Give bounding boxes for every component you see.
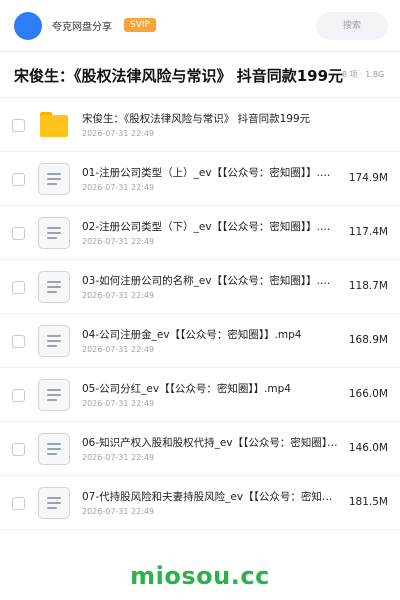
checkbox[interactable] — [12, 443, 25, 456]
file-date: 2026-07-31 22:49 — [82, 183, 155, 192]
list-item[interactable]: 02-注册公司类型（下）_ev【【公众号：密知圈】】.mp4 2026-07-3… — [0, 206, 400, 260]
list-item[interactable]: 07-代持股风险和夫妻持股风险_ev【【公众号：密知圈】】.mp4 2026-0… — [0, 476, 400, 530]
file-date: 2026-07-31 22:49 — [82, 345, 155, 354]
file-date: 2026-07-31 22:49 — [82, 129, 155, 138]
file-size: 146.0M — [348, 442, 388, 454]
search-input[interactable]: 搜索 — [316, 12, 388, 40]
list-item[interactable]: 03-如何注册公司的名称_ev【【公众号：密知圈】】.mp4 2026-07-3… — [0, 260, 400, 314]
document-icon — [38, 325, 70, 357]
file-date: 2026-07-31 22:49 — [82, 237, 155, 246]
file-size: 168.9M — [348, 334, 388, 346]
document-icon — [38, 487, 70, 519]
file-list: 宋俊生：《股权法律风险与常识》 抖音同款199元 2026-07-31 22:4… — [0, 98, 400, 530]
file-size: 181.5M — [348, 496, 388, 508]
avatar[interactable] — [14, 12, 42, 40]
folder-icon — [38, 109, 70, 141]
document-icon — [38, 217, 70, 249]
list-item[interactable]: 宋俊生：《股权法律风险与常识》 抖音同款199元 2026-07-31 22:4… — [0, 98, 400, 152]
file-name: 宋俊生：《股权法律风险与常识》 抖音同款199元 — [82, 113, 311, 125]
file-date: 2026-07-31 22:49 — [82, 291, 155, 300]
file-name: 01-注册公司类型（上）_ev【【公众号：密知圈】】.mp4 — [82, 167, 338, 179]
folder-title-bar: 宋俊生：《股权法律风险与常识》 抖音同款199元 8 项 · 1.8G — [0, 52, 400, 98]
file-name: 04-公司注册金_ev【【公众号：密知圈】】.mp4 — [82, 329, 302, 341]
svip-badge: SVIP — [124, 18, 156, 32]
checkbox[interactable] — [12, 281, 25, 294]
file-size: 166.0M — [348, 388, 388, 400]
file-name: 03-如何注册公司的名称_ev【【公众号：密知圈】】.mp4 — [82, 275, 338, 287]
document-icon — [38, 271, 70, 303]
file-size: 118.7M — [348, 280, 388, 292]
list-item[interactable]: 04-公司注册金_ev【【公众号：密知圈】】.mp4 2026-07-31 22… — [0, 314, 400, 368]
list-item[interactable]: 05-公司分红_ev【【公众号：密知圈】】.mp4 2026-07-31 22:… — [0, 368, 400, 422]
file-size: 174.9M — [348, 172, 388, 184]
list-item[interactable]: 06-知识产权入股和股权代持_ev【【公众号：密知圈】】.mp4 2026-07… — [0, 422, 400, 476]
folder-meta: 8 项 · 1.8G — [342, 70, 385, 79]
file-size: 117.4M — [348, 226, 388, 238]
watermark: miosou.cc — [130, 562, 270, 590]
document-icon — [38, 379, 70, 411]
file-name: 07-代持股风险和夫妻持股风险_ev【【公众号：密知圈】】.mp4 — [82, 491, 338, 503]
file-name: 05-公司分红_ev【【公众号：密知圈】】.mp4 — [82, 383, 291, 395]
list-item[interactable]: 01-注册公司类型（上）_ev【【公众号：密知圈】】.mp4 2026-07-3… — [0, 152, 400, 206]
document-icon — [38, 433, 70, 465]
page-title: 宋俊生：《股权法律风险与常识》 抖音同款199元 — [14, 67, 344, 85]
file-date: 2026-07-31 22:49 — [82, 507, 155, 516]
file-date: 2026-07-31 22:49 — [82, 453, 155, 462]
top-header: 夸克网盘分享 SVIP 搜索 — [0, 0, 400, 52]
checkbox[interactable] — [12, 389, 25, 402]
checkbox[interactable] — [12, 119, 25, 132]
checkbox[interactable] — [12, 497, 25, 510]
file-name: 06-知识产权入股和股权代持_ev【【公众号：密知圈】】.mp4 — [82, 437, 338, 449]
user-name: 夸克网盘分享 — [52, 22, 112, 33]
file-date: 2026-07-31 22:49 — [82, 399, 155, 408]
checkbox[interactable] — [12, 227, 25, 240]
checkbox[interactable] — [12, 173, 25, 186]
document-icon — [38, 163, 70, 195]
file-name: 02-注册公司类型（下）_ev【【公众号：密知圈】】.mp4 — [82, 221, 338, 233]
checkbox[interactable] — [12, 335, 25, 348]
